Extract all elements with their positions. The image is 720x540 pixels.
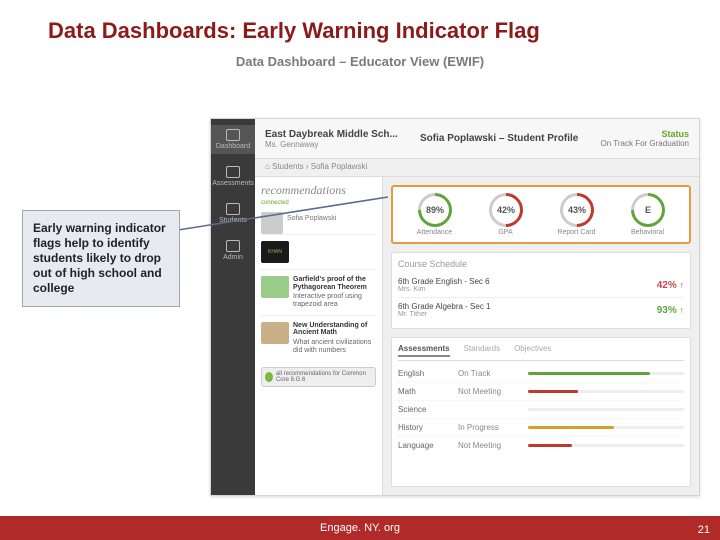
progress-bar	[528, 390, 684, 393]
schedule-panel: Course Schedule 6th Grade English - Sec …	[391, 252, 691, 329]
progress-bar	[528, 444, 684, 447]
rec-title: New Understanding of Ancient Math	[293, 322, 373, 337]
people-icon	[226, 203, 240, 215]
thumb-icon	[261, 322, 289, 344]
topbar: East Daybreak Middle Sch...Ms. Gennaway …	[255, 119, 699, 159]
assess-row[interactable]: Language Not Meeting	[398, 436, 684, 454]
tab[interactable]: Assessments	[398, 344, 450, 357]
subject: Language	[398, 441, 448, 450]
status-block: StatusOn Track For Graduation	[601, 129, 689, 148]
status: On Track	[458, 369, 518, 378]
subject: English	[398, 369, 448, 378]
progress-bar	[528, 408, 684, 411]
thumb-icon	[261, 276, 289, 298]
footer-text: Engage. NY. org	[320, 522, 400, 534]
rec-title: Garfield's proof of the Pythagorean Theo…	[293, 276, 373, 291]
rec-student-name: Sofia Poplawski	[287, 215, 336, 222]
schedule-heading: Course Schedule	[398, 259, 684, 269]
schedule-row[interactable]: 6th Grade Algebra - Sec 1Mr. Tither 93% ↑	[398, 297, 684, 322]
assess-row[interactable]: History In Progress	[398, 418, 684, 436]
status-value: On Track For Graduation	[601, 139, 689, 148]
sidebar-item-dashboard[interactable]: Dashboard	[211, 125, 255, 154]
gauge-ring: E	[623, 186, 671, 234]
rec-body: Interactive proof using trapezoid area	[293, 293, 362, 308]
assess-row[interactable]: Science	[398, 400, 684, 418]
gauge[interactable]: 42%GPA	[477, 193, 535, 236]
khan-icon: KHAN	[261, 241, 289, 263]
gauge-label: Report Card	[548, 229, 606, 236]
rec-all-button[interactable]: all recommendations for Common Core 8.G.…	[261, 367, 376, 387]
tab[interactable]: Standards	[464, 344, 500, 357]
course-name: 6th Grade Algebra - Sec 1Mr. Tither	[398, 302, 491, 318]
assessments-panel: Assessments Standards Objectives English On…	[391, 337, 691, 487]
ewif-gauges: 89%Attendance 42%GPA 43%Report Card EBehavi…	[391, 185, 691, 244]
monitor-icon	[226, 129, 240, 141]
breadcrumb[interactable]: ⌂ Students › Sofia Poplawski	[255, 159, 699, 177]
rec-subheading: connected	[261, 200, 376, 206]
content: recommendations connected Sofia Poplawsk…	[255, 177, 699, 495]
subject: Science	[398, 405, 448, 414]
assess-tabs: Assessments Standards Objectives	[398, 344, 684, 361]
assess-row[interactable]: Math Not Meeting	[398, 382, 684, 400]
sidebar-item-assessments[interactable]: Assessments	[211, 162, 255, 191]
right-column: 89%Attendance 42%GPA 43%Report Card EBehavi…	[383, 177, 699, 495]
dashboard-screenshot: Dashboard Assessments Students Admin Eas…	[210, 118, 700, 496]
sidebar-label: Dashboard	[216, 143, 250, 150]
slide-footer: Engage. NY. org 21	[0, 516, 720, 540]
slide-subtitle: Data Dashboard – Educator View (EWIF)	[0, 54, 720, 69]
rec-item[interactable]: Garfield's proof of the Pythagorean Theo…	[261, 269, 376, 315]
status: Not Meeting	[458, 387, 518, 396]
page-number: 21	[698, 524, 710, 536]
sidebar-item-students[interactable]: Students	[211, 199, 255, 228]
course-pct: 93% ↑	[657, 305, 684, 316]
school-text: East Daybreak Middle Sch...	[265, 129, 398, 140]
gauge-ring: 43%	[552, 186, 600, 234]
rec-body: What ancient civilizations did with numb…	[293, 339, 371, 354]
gauge[interactable]: EBehavioral	[619, 193, 677, 236]
sidebar: Dashboard Assessments Students Admin	[211, 119, 255, 495]
subject: Math	[398, 387, 448, 396]
status: In Progress	[458, 423, 518, 432]
course-pct: 42% ↑	[657, 280, 684, 291]
sidebar-item-admin[interactable]: Admin	[211, 236, 255, 265]
gauge[interactable]: 43%Report Card	[548, 193, 606, 236]
student-profile-title: Sofia Poplawski – Student Profile	[420, 133, 578, 144]
dot-icon	[265, 372, 273, 382]
status-label: Status	[661, 129, 689, 139]
progress-bar	[528, 372, 684, 375]
clipboard-icon	[226, 166, 240, 178]
gear-icon	[226, 240, 240, 252]
course-name: 6th Grade English - Sec 6Mrs. Kim	[398, 277, 490, 293]
progress-bar	[528, 426, 684, 429]
gauge-ring: 89%	[410, 186, 458, 234]
assess-row[interactable]: English On Track	[398, 365, 684, 382]
status: Not Meeting	[458, 441, 518, 450]
gauge-label: Behavioral	[619, 229, 677, 236]
tab[interactable]: Objectives	[514, 344, 551, 357]
gauge-label: Attendance	[406, 229, 464, 236]
main-area: East Daybreak Middle Sch...Ms. Gennaway …	[255, 119, 699, 495]
school-name: East Daybreak Middle Sch...Ms. Gennaway	[265, 129, 398, 149]
teacher-text: Ms. Gennaway	[265, 140, 398, 149]
slide-title: Data Dashboards: Early Warning Indicator…	[0, 0, 720, 44]
avatar	[261, 212, 283, 234]
recommendations-column: recommendations connected Sofia Poplawsk…	[255, 177, 383, 495]
gauge[interactable]: 89%Attendance	[406, 193, 464, 236]
rec-item[interactable]: New Understanding of Ancient Math What an…	[261, 315, 376, 361]
rec-item[interactable]: KHAN	[261, 234, 376, 269]
rec-btn-label: all recommendations for Common Core 8.G.…	[276, 371, 372, 383]
sidebar-label: Students	[219, 217, 247, 224]
schedule-row[interactable]: 6th Grade English - Sec 6Mrs. Kim 42% ↑	[398, 273, 684, 297]
sidebar-label: Admin	[223, 254, 243, 261]
gauge-label: GPA	[477, 229, 535, 236]
subject: History	[398, 423, 448, 432]
rec-heading: recommendations	[261, 183, 376, 198]
sidebar-label: Assessments	[212, 180, 254, 187]
rec-student: Sofia Poplawski	[261, 212, 376, 234]
gauge-ring: 42%	[481, 186, 529, 234]
callout-box: Early warning indicator flags help to id…	[22, 210, 180, 307]
